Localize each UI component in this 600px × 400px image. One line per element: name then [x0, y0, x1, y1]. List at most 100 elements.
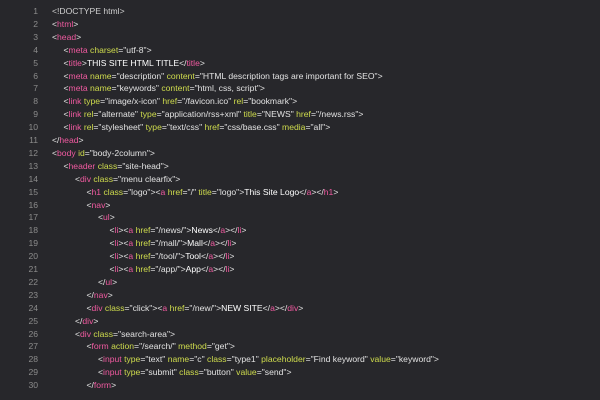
code-line[interactable]: 4 <meta charset="utf-8">	[0, 44, 600, 57]
code-token-str: "/favicon.ico"	[182, 96, 232, 107]
code-line[interactable]: 11 </head>	[0, 134, 600, 147]
code-line[interactable]: 19 <li><a href="/mall/">Mall</a></li>	[0, 237, 600, 250]
code-line[interactable]: 21 <li><a href="/app/">App</a></li>	[0, 263, 600, 276]
code-token-txt: This Site Logo	[244, 186, 300, 197]
code-line[interactable]: 1 <!DOCTYPE html>	[0, 5, 600, 18]
code-line[interactable]: 15 <h1 class="logo"><a href="/" title="lo…	[0, 186, 600, 199]
code-editor[interactable]: 1 <!DOCTYPE html> 2 <html> 3 <head> 4 <meta cha…	[0, 0, 600, 400]
code-token-attr: content	[161, 83, 190, 94]
line-number: 27	[28, 341, 38, 352]
code-line[interactable]: 20 <li><a href="/tool/">Tool</a></li>	[0, 250, 600, 263]
code-token-punc: >	[76, 31, 82, 42]
code-token-attr: rel	[83, 122, 94, 133]
code-token-punc: >	[241, 225, 247, 236]
code-text: <div class="menu clearfix">	[75, 173, 180, 186]
code-line[interactable]: 3 <head>	[0, 31, 600, 44]
code-token-str: "keyword"	[395, 354, 434, 365]
code-token-punc: ><	[118, 238, 129, 249]
code-token-attr: content	[166, 70, 195, 81]
code-line[interactable]: 23 </nav>	[0, 289, 600, 302]
code-token-punc: >	[333, 186, 339, 197]
line-number: 15	[28, 186, 38, 197]
code-line[interactable]: 16 <nav>	[0, 199, 600, 212]
code-token-punc: >	[199, 57, 205, 68]
code-line[interactable]: 7 <meta name="keywords" content="html, cs…	[0, 82, 600, 95]
line-number: 8	[33, 96, 38, 107]
code-token-attr: method	[178, 341, 207, 352]
code-line[interactable]: 8 <link type="image/x-icon" href="/favico…	[0, 95, 600, 108]
code-token-tag: link	[68, 96, 82, 107]
code-token-punc: ></	[274, 302, 288, 313]
code-line[interactable]: 9 <link rel="alternate" type="application…	[0, 108, 600, 121]
code-line[interactable]: 24 <div class="click"><a href="/new/">NEW…	[0, 302, 600, 315]
code-token-str: "/new/"	[189, 302, 217, 313]
code-text: <html>	[52, 18, 78, 31]
code-token-str: "menu clearfix"	[118, 173, 176, 184]
line-number: 2	[33, 18, 38, 29]
code-token-str: "css/base.css"	[224, 122, 280, 133]
code-line[interactable]: 28 <input type="text" name="c" class="typ…	[0, 353, 600, 366]
code-token-tag: head	[59, 135, 79, 145]
code-line[interactable]: 18 <li><a href="/news/">News</a></li>	[0, 224, 600, 237]
code-text: <body id="body-2column">	[52, 147, 155, 160]
code-token-punc: >	[163, 160, 169, 171]
line-number: 14	[28, 173, 38, 184]
code-line[interactable]: 12 <body id="body-2column">	[0, 147, 600, 160]
line-number: 29	[28, 367, 38, 378]
code-text: <title>THIS SITE HTML TITLE</title>	[64, 57, 205, 70]
code-token-attr: type	[124, 367, 141, 378]
code-line[interactable]: 27 <form action="/search/" method="get">	[0, 340, 600, 353]
code-token-attr: class	[104, 302, 125, 313]
code-token-attr: href	[204, 122, 220, 133]
line-number: 11	[29, 135, 38, 145]
code-token-str: "/app/"	[155, 264, 181, 274]
code-token-tag: div	[80, 328, 92, 339]
code-text: <input type="text" name="c" class="type1…	[98, 353, 439, 366]
code-token-attr: media	[282, 122, 306, 133]
line-number: 23	[28, 289, 38, 300]
code-line[interactable]: 10 <link rel="stylesheet" type="text/css"…	[0, 121, 600, 134]
code-token-punc: >	[175, 173, 181, 184]
code-line[interactable]: 30 </form>	[0, 379, 600, 392]
code-token-punc: >	[433, 354, 439, 365]
code-token-punc: ><	[150, 186, 161, 197]
code-line[interactable]: 22 </ul>	[0, 276, 600, 289]
code-token-str: "text"	[145, 354, 166, 365]
code-token-txt: App	[185, 264, 201, 274]
code-line[interactable]: 2 <html>	[0, 18, 600, 31]
code-token-punc: ><	[118, 251, 129, 262]
code-token-punc: ></	[311, 186, 324, 197]
code-token-punc: </	[262, 302, 271, 313]
code-token-attr: type	[140, 109, 157, 120]
code-token-str: "c"	[194, 354, 205, 365]
code-text: <div class="search-area">	[75, 328, 175, 341]
code-token-str: "image/x-icon"	[105, 96, 160, 107]
code-line[interactable]: 14 <div class="menu clearfix">	[0, 173, 600, 186]
code-text: </ul>	[98, 276, 117, 289]
code-token-attr: class	[93, 173, 114, 184]
code-token-punc: >	[259, 83, 265, 94]
code-token-punc: >	[93, 315, 99, 326]
code-token-str: "keywords"	[116, 83, 159, 94]
code-token-str: "application/rss+xml"	[161, 109, 242, 120]
code-line[interactable]: 6 <meta name="description" content="HTML …	[0, 70, 600, 83]
code-line[interactable]: 26 <div class="search-area">	[0, 328, 600, 341]
code-token-tag: meta	[68, 44, 88, 55]
code-token-tag: title	[68, 57, 82, 68]
code-token-punc: >	[109, 212, 115, 223]
code-line[interactable]: 13 <header class="site-head">	[0, 160, 600, 173]
code-line[interactable]: 25 </div>	[0, 315, 600, 328]
code-text: <link type="image/x-icon" href="/favicon…	[64, 95, 298, 108]
code-text: <header class="site-head">	[64, 160, 169, 173]
code-token-attr: title	[243, 109, 257, 120]
code-line[interactable]: 5 <title>THIS SITE HTML TITLE</title>	[0, 57, 600, 70]
code-line[interactable]: 29 <input type="submit" class="button" va…	[0, 366, 600, 379]
code-text: <li><a href="/app/">App</a></li>	[110, 263, 235, 276]
code-line[interactable]: 17 <ul>	[0, 211, 600, 224]
code-token-tag: header	[68, 160, 96, 171]
code-token-str: "site-head"	[122, 160, 164, 171]
code-token-punc: </	[299, 186, 307, 197]
code-token-punc: </	[86, 289, 94, 300]
code-text: </head>	[52, 134, 84, 147]
code-token-punc: >	[325, 122, 331, 133]
